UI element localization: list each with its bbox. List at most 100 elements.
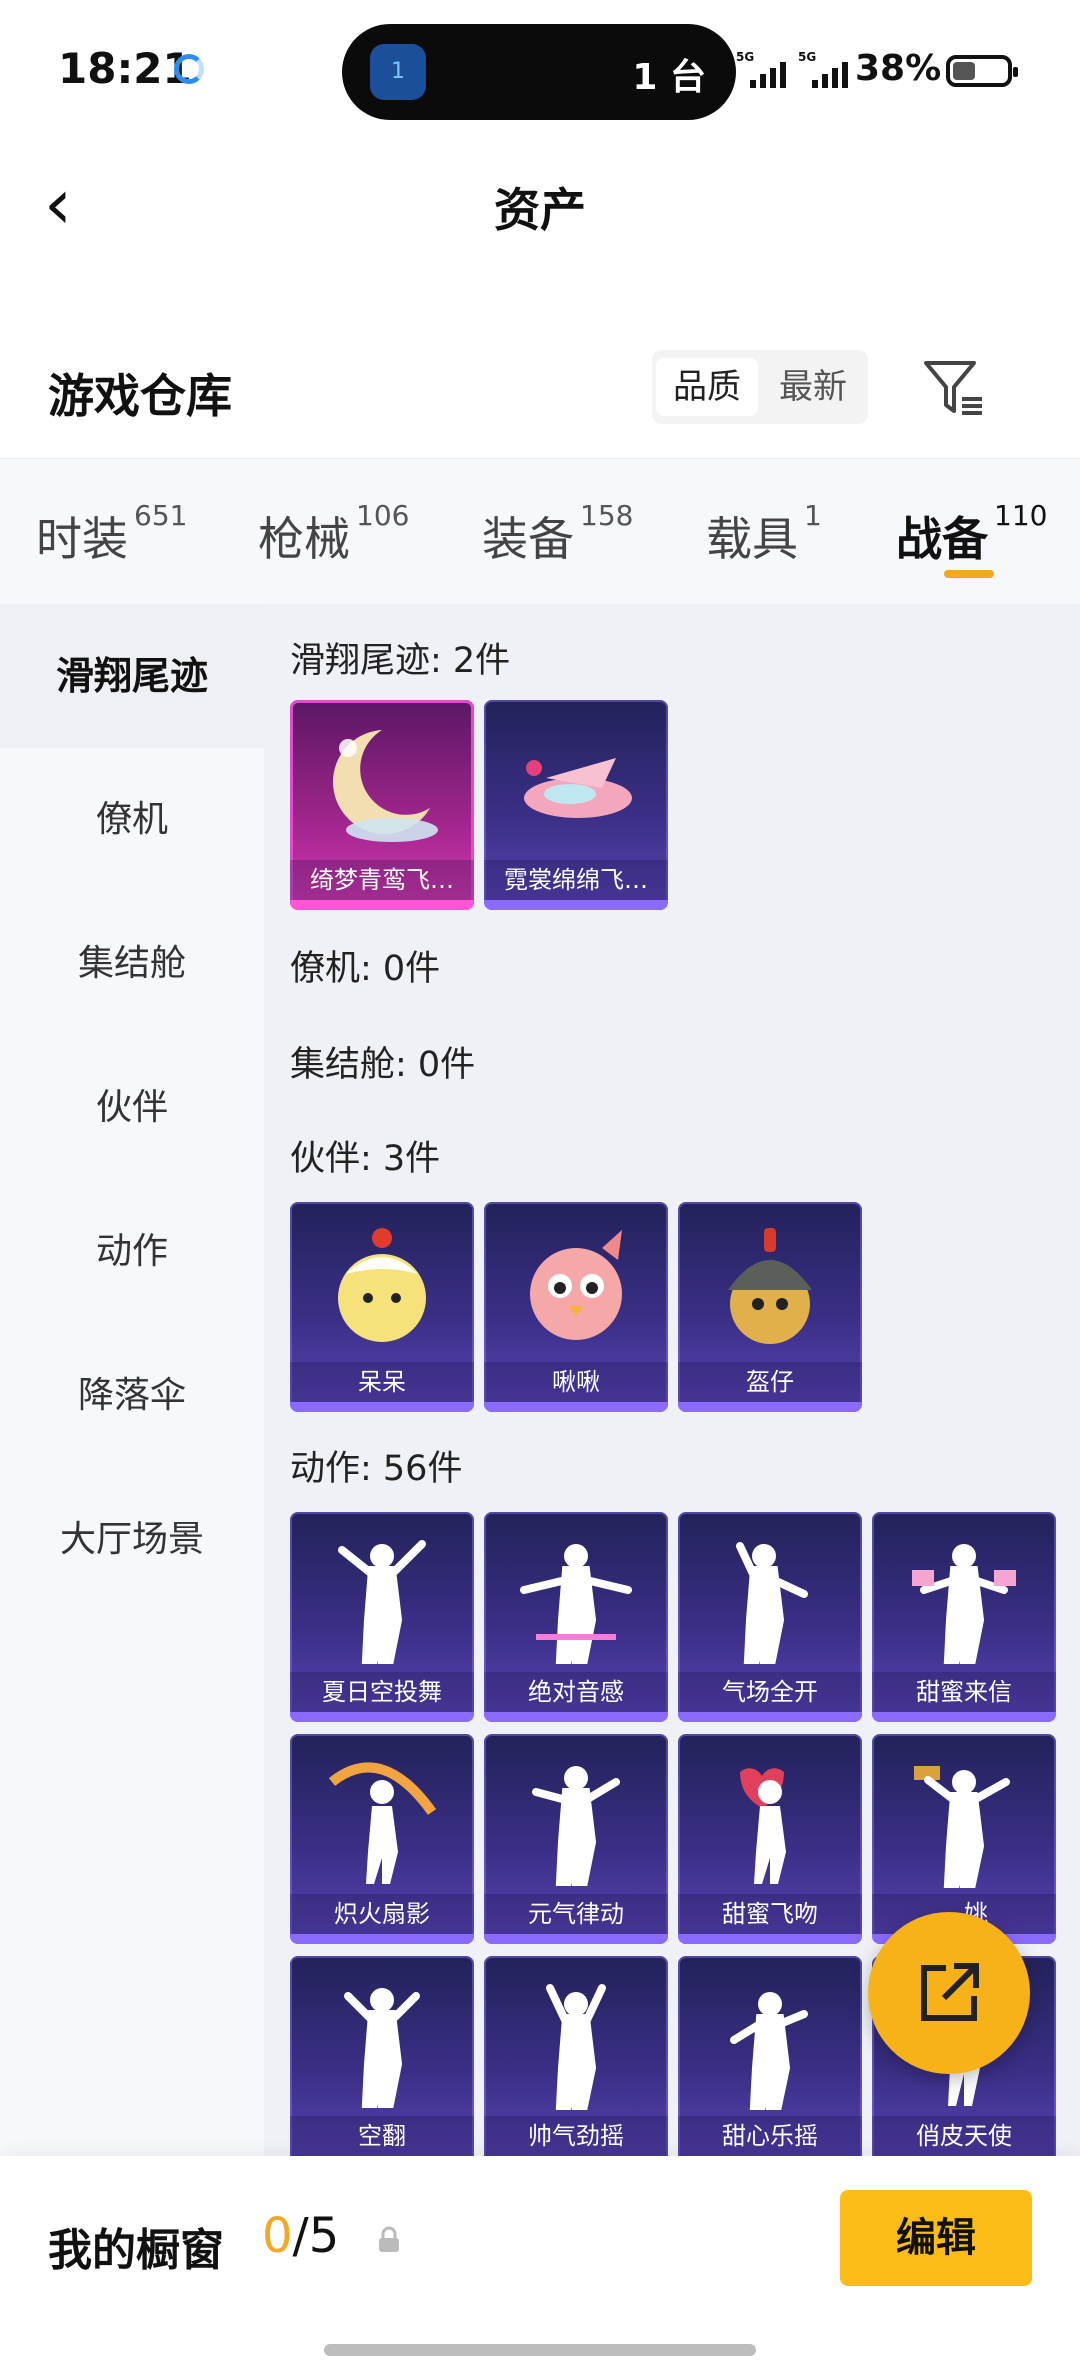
dancer-icon xyxy=(736,1542,808,1664)
section-title-emote: 动作: 56件 xyxy=(290,1449,463,1489)
item-label: 炽火扇影 xyxy=(290,1894,474,1934)
quality-strip xyxy=(290,900,474,910)
tab-count: 110 xyxy=(994,498,1048,532)
item-card[interactable]: 空翻 xyxy=(290,1956,474,2156)
item-label: 呆呆 xyxy=(290,1362,474,1402)
dancer-icon xyxy=(730,1992,808,2110)
sidebar: 滑翔尾迹 僚机 集结舱 伙伴 动作 降落伞 大厅场景 xyxy=(0,604,264,2156)
showcase-label: 我的橱窗 xyxy=(48,2225,224,2276)
dancer-icon xyxy=(546,1984,606,2110)
tab-fashion[interactable]: 时装 651 xyxy=(36,499,187,569)
item-card[interactable]: 甜心乐摇 xyxy=(678,1956,862,2156)
item-label: 甜蜜来信 xyxy=(872,1672,1056,1712)
sidebar-item-capsule[interactable]: 集结舱 xyxy=(0,892,264,1036)
dancer-icon xyxy=(338,1540,426,1664)
sidebar-item-lobby-scene[interactable]: 大厅场景 xyxy=(0,1468,264,1612)
item-label: 绮梦青鸾飞… xyxy=(290,860,474,900)
quality-strip xyxy=(484,1712,668,1722)
broadcast-icon: 1 xyxy=(370,44,426,100)
active-tab-indicator xyxy=(944,570,994,578)
edit-button[interactable]: 编辑 xyxy=(840,2190,1032,2286)
quality-strip xyxy=(872,1712,1056,1722)
section-title-capsule: 集结舱: 0件 xyxy=(290,1045,476,1085)
quality-strip xyxy=(484,1402,668,1412)
tab-label: 载具 xyxy=(706,512,798,566)
item-label: 啾啾 xyxy=(484,1362,668,1402)
tab-vehicle[interactable]: 载具 1 xyxy=(706,499,822,569)
island-count: 1 台 xyxy=(632,57,706,98)
dancer-icon xyxy=(344,1988,420,2108)
dancer-icon xyxy=(328,1762,437,1884)
item-label: 帅气劲摇 xyxy=(484,2116,668,2156)
showcase-count-current: 0 xyxy=(262,2208,293,2264)
quality-strip xyxy=(678,1712,862,1722)
item-card[interactable]: 绮梦青鸾飞… xyxy=(290,700,474,910)
item-card[interactable]: 气场全开 xyxy=(678,1512,862,1722)
bird-partner-icon xyxy=(530,1230,622,1340)
status-time: 18:21 xyxy=(58,44,192,93)
status-bar: 18:21 1 1 台 5G 5G 38% xyxy=(0,0,1080,140)
tab-label: 装备 xyxy=(482,512,574,566)
item-card[interactable]: 帅气劲摇 xyxy=(484,1956,668,2156)
tab-guns[interactable]: 枪械 106 xyxy=(258,499,409,569)
item-label: 空翻 xyxy=(290,2116,474,2156)
item-label: 甜蜜飞吻 xyxy=(678,1894,862,1934)
item-card[interactable]: 霓裳绵绵飞… xyxy=(484,700,668,910)
item-card[interactable]: 啾啾 xyxy=(484,1202,668,1412)
item-card[interactable]: 元气律动 xyxy=(484,1734,668,1944)
item-card[interactable]: 绝对音感 xyxy=(484,1512,668,1722)
dynamic-island[interactable]: 1 1 台 xyxy=(342,24,736,120)
lock-icon xyxy=(379,2226,399,2252)
dancer-icon xyxy=(532,1766,620,1886)
filter-icon[interactable] xyxy=(920,355,986,421)
tab-count: 106 xyxy=(356,498,410,532)
item-label: 甜心乐摇 xyxy=(678,2116,862,2156)
item-label: 盔仔 xyxy=(678,1362,862,1402)
tab-equipment[interactable]: 装备 158 xyxy=(482,499,633,569)
app-root: 18:21 1 1 台 5G 5G 38% ‹ 资产 游戏仓库 品质 最新 时装… xyxy=(0,0,1080,2376)
item-card[interactable]: 盔仔 xyxy=(678,1202,862,1412)
page-title: 资产 xyxy=(494,183,586,237)
sort-quality-button[interactable]: 品质 xyxy=(656,358,758,416)
tab-count: 158 xyxy=(580,498,634,532)
sort-latest-button[interactable]: 最新 xyxy=(762,358,864,416)
item-card[interactable]: 炽火扇影 xyxy=(290,1734,474,1944)
island-badge: 1 xyxy=(391,59,405,84)
item-label: 夏日空投舞 xyxy=(290,1672,474,1712)
tab-battle-prep[interactable]: 战备 110 xyxy=(896,499,1047,569)
chick-partner-icon xyxy=(338,1228,426,1342)
app-notification-icon xyxy=(174,54,204,84)
sort-toggle: 品质 最新 xyxy=(652,350,868,424)
tab-count: 1 xyxy=(804,498,822,532)
sidebar-item-wingman[interactable]: 僚机 xyxy=(0,748,264,892)
sidebar-item-emote[interactable]: 动作 xyxy=(0,1180,264,1324)
item-label: 元气律动 xyxy=(484,1894,668,1934)
showcase-count-total: /5 xyxy=(292,2208,340,2264)
battery-percent: 38% xyxy=(855,48,942,89)
section-title-glide: 滑翔尾迹: 2件 xyxy=(290,641,511,681)
quality-strip xyxy=(290,1934,474,1944)
dancer-icon xyxy=(912,1544,1016,1664)
item-card[interactable]: 甜蜜来信 xyxy=(872,1512,1056,1722)
showcase-bar: 我的橱窗 0/5 编辑 xyxy=(0,2156,1080,2376)
home-indicator[interactable] xyxy=(324,2344,756,2356)
tab-count: 651 xyxy=(134,498,188,532)
sidebar-item-glide-trail[interactable]: 滑翔尾迹 xyxy=(0,604,264,748)
signal-1-icon: 5G xyxy=(736,50,796,90)
dancer-icon xyxy=(740,1768,786,1884)
sidebar-item-parachute[interactable]: 降落伞 xyxy=(0,1324,264,1468)
dancer-icon xyxy=(520,1544,632,1664)
item-card[interactable]: 夏日空投舞 xyxy=(290,1512,474,1722)
section-title-partner: 伙伴: 3件 xyxy=(290,1139,441,1179)
quality-strip xyxy=(484,900,668,910)
item-card[interactable]: 呆呆 xyxy=(290,1202,474,1412)
share-button[interactable] xyxy=(868,1912,1030,2074)
item-card[interactable]: 甜蜜飞吻 xyxy=(678,1734,862,1944)
quality-strip xyxy=(290,1402,474,1412)
item-label: 气场全开 xyxy=(678,1672,862,1712)
tab-label: 时装 xyxy=(36,512,128,566)
quality-strip xyxy=(678,1934,862,1944)
tab-label: 枪械 xyxy=(258,512,350,566)
quality-strip xyxy=(484,1934,668,1944)
sidebar-item-partner[interactable]: 伙伴 xyxy=(0,1036,264,1180)
